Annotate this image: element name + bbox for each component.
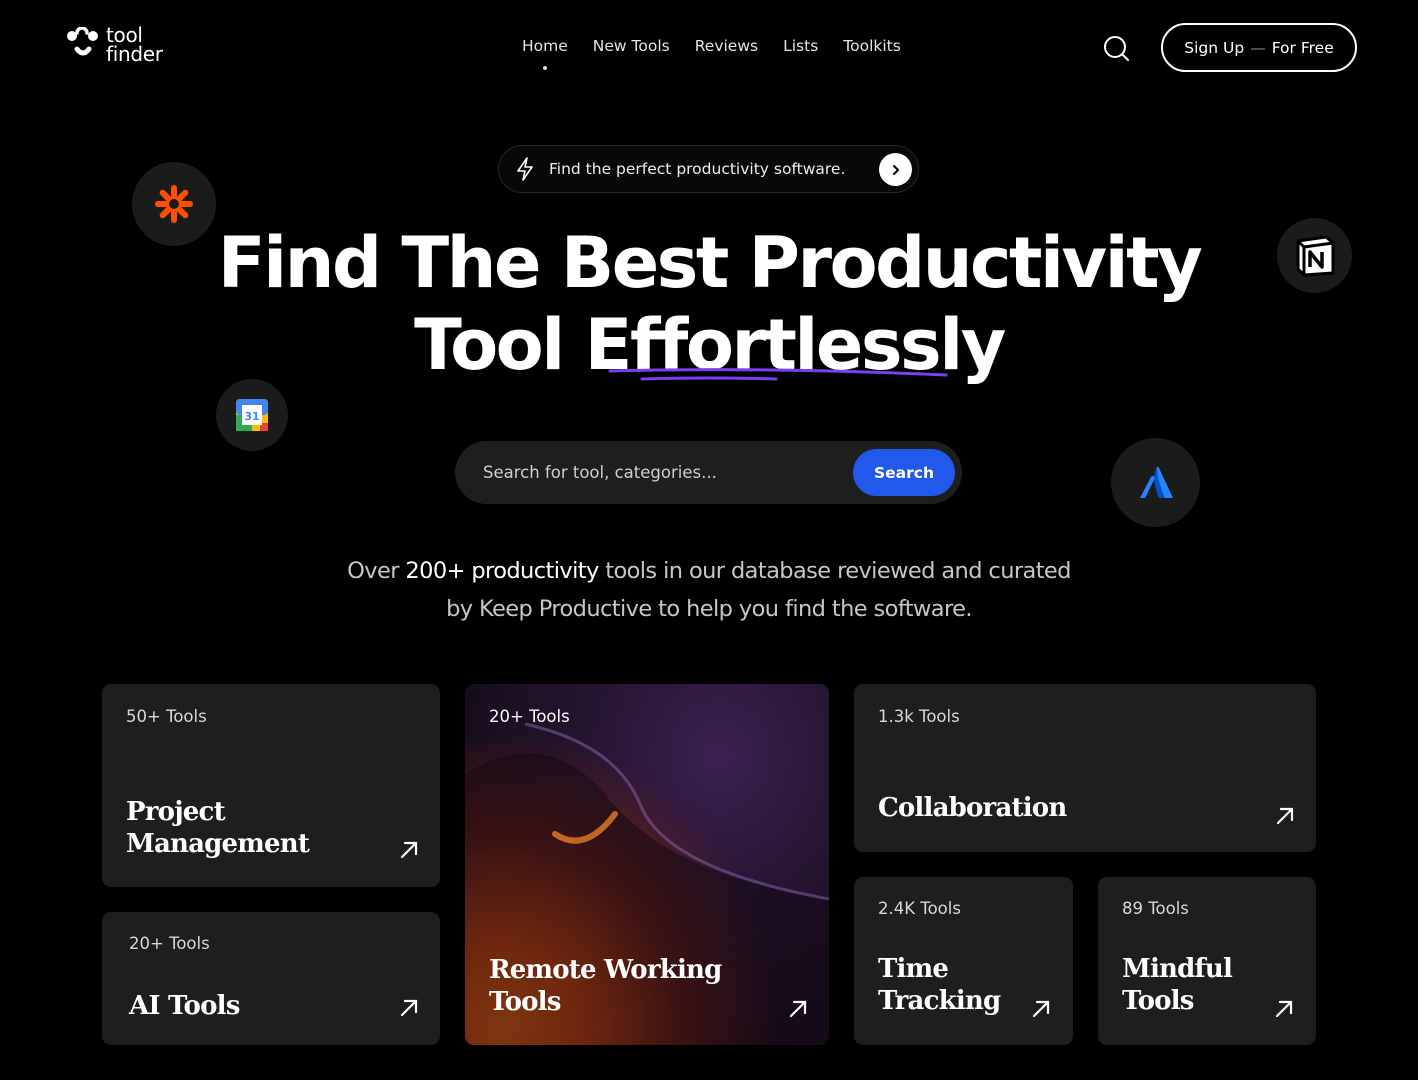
hero-underline-decoration [608,368,948,381]
main-nav: Home New Tools Reviews Lists Toolkits [522,37,901,70]
card-title: Mindful Tools [1122,954,1233,1016]
hero-description: Over 200+ productivity tools in our data… [0,552,1418,628]
promo-pill[interactable]: Find the perfect productivity software. [498,145,919,193]
nav-lists[interactable]: Lists [783,37,818,55]
description-post: tools in our database reviewed and curat… [598,558,1071,584]
lightning-icon [517,157,533,181]
search-bar: Search [455,441,962,504]
description-line2: by Keep Productive to help you find the … [446,596,972,622]
signup-button[interactable]: Sign Up — For Free [1161,23,1357,72]
card-tool-count: 50+ Tools [126,707,207,726]
nav-new-tools[interactable]: New Tools [593,37,670,55]
search-input[interactable] [483,441,843,504]
logo[interactable]: tool finder [66,25,163,66]
nav-home[interactable]: Home [522,37,568,70]
card-tool-count: 1.3k Tools [878,707,960,726]
arrow-up-right-icon [1275,1000,1293,1018]
zapier-icon [155,185,193,223]
card-title: Collaboration [878,793,1067,823]
description-pre: Over [347,558,406,584]
description-highlight: 200+ productivity [405,558,599,584]
atlassian-bubble [1111,438,1200,527]
google-calendar-bubble: 31 [216,379,288,451]
category-card-collaboration[interactable]: 1.3k Tools Collaboration [854,684,1316,852]
card-tool-count: 2.4K Tools [878,899,961,918]
card-title: Project Management [126,797,310,859]
nav-toolkits[interactable]: Toolkits [843,37,901,55]
category-card-time-tracking[interactable]: 2.4K Tools Time Tracking [854,877,1073,1045]
card-title: AI Tools [129,991,240,1021]
card-tool-count: 89 Tools [1122,899,1189,918]
hero-title-line1: Find The Best Productivity [217,222,1203,304]
category-card-ai-tools[interactable]: 20+ Tools AI Tools [102,912,440,1045]
signup-dash: — [1250,38,1266,57]
category-card-remote-working[interactable]: 20+ Tools Remote Working Tools [465,684,829,1045]
search-icon[interactable] [1102,34,1130,62]
chevron-right-icon[interactable] [879,153,912,186]
card-tool-count: 20+ Tools [129,934,210,953]
card-tool-count: 20+ Tools [489,707,570,726]
arrow-up-right-icon [1032,1000,1050,1018]
category-card-project-management[interactable]: 50+ Tools Project Management [102,684,440,887]
nav-reviews[interactable]: Reviews [695,37,758,55]
logo-text-line2: finder [106,42,163,66]
arrow-up-right-icon [789,1000,807,1018]
promo-pill-text: Find the perfect productivity software. [549,160,846,178]
arrow-up-right-icon [400,841,418,859]
logo-text: tool finder [106,25,163,66]
signup-label: Sign Up [1184,38,1245,57]
arrow-up-right-icon [1276,807,1294,825]
signup-suffix: For Free [1271,38,1334,57]
description-line1: Over 200+ productivity tools in our data… [0,552,1418,590]
category-card-mindful-tools[interactable]: 89 Tools Mindful Tools [1098,877,1316,1045]
atlassian-icon [1139,466,1173,498]
svg-text:31: 31 [244,410,259,423]
search-button[interactable]: Search [853,449,955,496]
arrow-up-right-icon [400,999,418,1017]
google-calendar-icon: 31 [236,399,268,431]
card-title: Time Tracking [878,954,1001,1016]
tool-finder-logo-icon [67,27,98,56]
card-title: Remote Working Tools [489,955,722,1017]
